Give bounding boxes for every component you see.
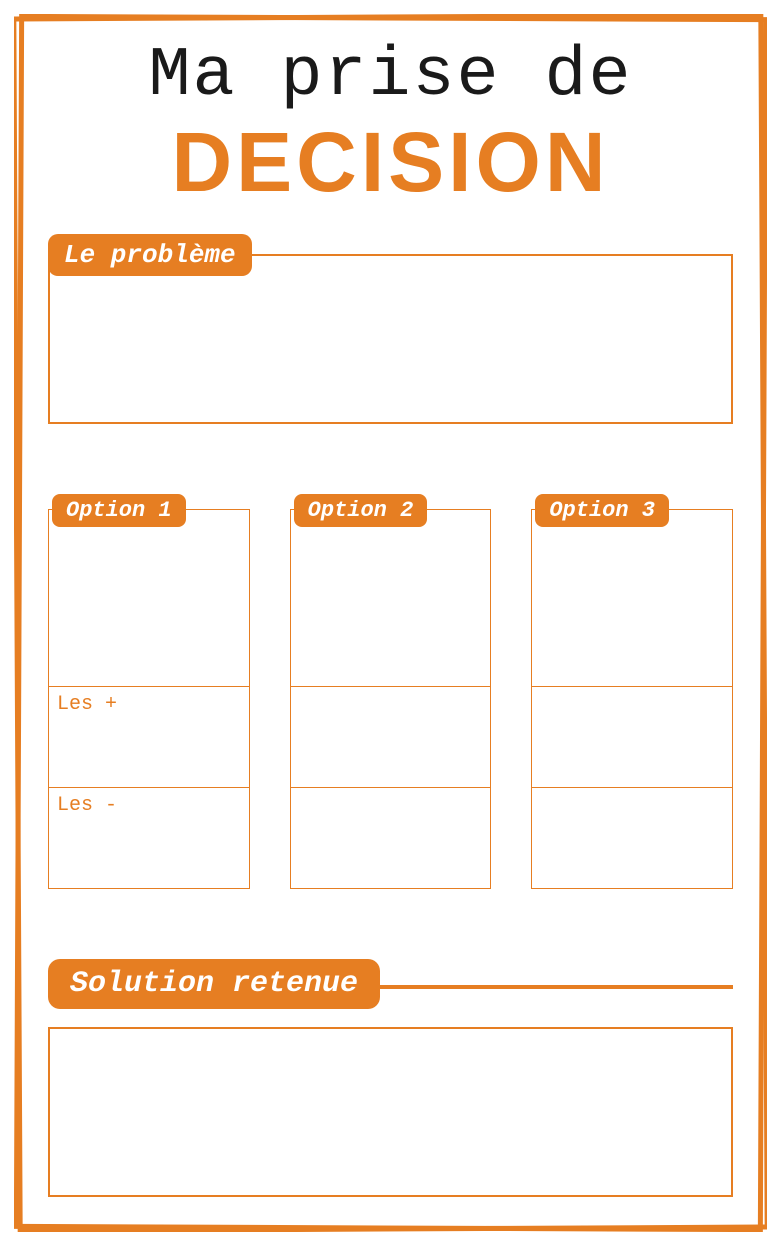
option-3-box[interactable] <box>531 509 733 889</box>
content-area: Ma prise de DECISION Le problème Option … <box>30 30 751 1216</box>
solution-label: Solution retenue <box>48 959 380 1009</box>
problem-section: Le problème <box>48 234 733 424</box>
minus-label: Les - <box>57 794 117 817</box>
plus-label: Les + <box>57 693 117 716</box>
problem-input-box[interactable] <box>48 254 733 424</box>
title-line1: Ma prise de <box>30 40 751 114</box>
option-1-minus-area[interactable]: Les - <box>49 787 249 888</box>
option-1-label: Option 1 <box>52 494 186 527</box>
options-row: Option 1 Les + Les - Option 2 <box>48 494 733 889</box>
option-2-minus-area[interactable] <box>291 787 491 888</box>
option-3-label: Option 3 <box>535 494 669 527</box>
option-3: Option 3 <box>531 494 733 889</box>
title-block: Ma prise de DECISION <box>30 40 751 206</box>
option-2: Option 2 <box>290 494 492 889</box>
option-2-plus-area[interactable] <box>291 686 491 787</box>
option-1: Option 1 Les + Les - <box>48 494 250 889</box>
solution-input-box[interactable] <box>48 1027 733 1197</box>
option-2-box[interactable] <box>290 509 492 889</box>
option-1-box[interactable]: Les + Les - <box>48 509 250 889</box>
option-2-label: Option 2 <box>294 494 428 527</box>
worksheet-page: Ma prise de DECISION Le problème Option … <box>0 0 781 1246</box>
option-1-main-area[interactable] <box>49 510 249 686</box>
title-line2: DECISION <box>30 118 751 206</box>
option-3-minus-area[interactable] <box>532 787 732 888</box>
solution-section: Solution retenue <box>48 959 733 1197</box>
problem-label: Le problème <box>48 234 252 276</box>
option-2-main-area[interactable] <box>291 510 491 686</box>
option-1-plus-area[interactable]: Les + <box>49 686 249 787</box>
option-3-main-area[interactable] <box>532 510 732 686</box>
option-3-plus-area[interactable] <box>532 686 732 787</box>
